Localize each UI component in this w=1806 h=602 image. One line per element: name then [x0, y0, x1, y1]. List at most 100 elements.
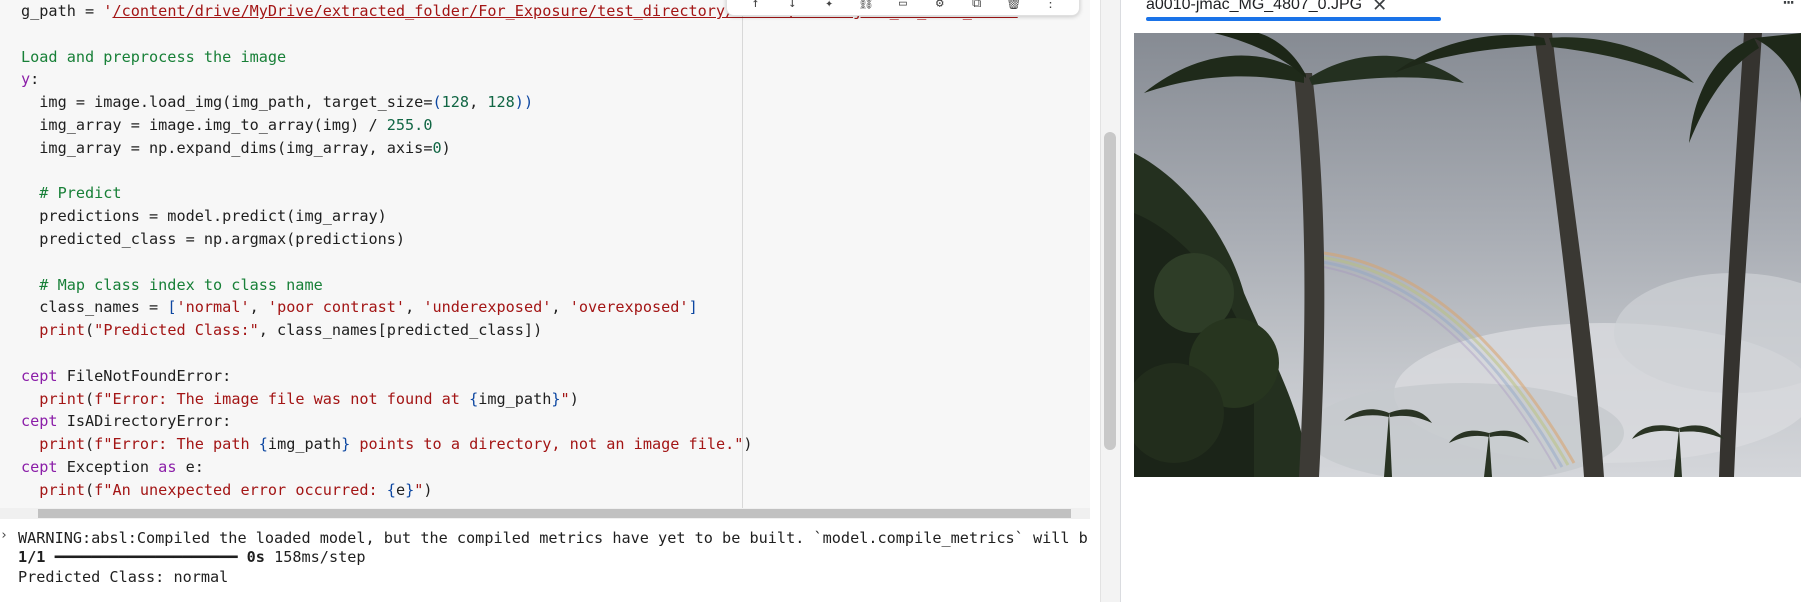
code-token: # Map class index to class name — [21, 275, 323, 294]
code-token: e — [395, 480, 406, 499]
code-token: g_path = — [21, 2, 104, 20]
code-line[interactable]: # Map class index to class name — [21, 274, 1090, 297]
link-icon[interactable]: ⛓ — [857, 0, 875, 9]
close-tab-icon[interactable]: ✕ — [1372, 0, 1387, 16]
code-line[interactable]: img = image.load_img(img_path, target_si… — [21, 91, 1090, 114]
code-line[interactable] — [21, 342, 1090, 365]
code-line[interactable] — [21, 23, 1090, 46]
code-line[interactable]: y: — [21, 68, 1090, 91]
code-line[interactable]: print(f"Error: The path {img_path} point… — [21, 433, 1090, 456]
code-token: print — [39, 435, 86, 454]
code-token: points to a directory, not an image file… — [350, 435, 744, 454]
cell-output: › WARNING:absl:Compiled the loaded model… — [0, 528, 1098, 602]
code-token: ( — [85, 480, 95, 499]
code-token: 128 — [487, 93, 515, 112]
progress-line: 1/1 ━━━━━━━━━━━━━━━━━━━━ 0s 158ms/step — [18, 547, 366, 567]
code-line[interactable]: cept FileNotFoundError: — [21, 365, 1090, 388]
code-line[interactable]: img_array = np.expand_dims(img_array, ax… — [21, 137, 1090, 160]
code-line[interactable]: img_array = image.img_to_array(img) / 25… — [21, 114, 1090, 137]
code-token: , — [249, 298, 268, 317]
code-token: print — [39, 321, 86, 340]
code-token: cept — [21, 366, 58, 385]
warning-text: WARNING:absl:Compiled the loaded model, … — [18, 529, 1088, 547]
code-token: ( — [85, 321, 95, 340]
code-line[interactable] — [21, 251, 1090, 274]
delete-icon[interactable]: 🗑 — [1005, 0, 1023, 9]
code-token: , — [469, 93, 488, 112]
code-token: ) — [423, 480, 433, 499]
progress-count: 1/1 — [18, 548, 46, 566]
code-token: predicted_class = np.argmax(predictions) — [21, 229, 406, 248]
code-token: as — [158, 457, 177, 476]
arrow-up-icon[interactable]: ↑ — [746, 0, 764, 9]
code-token: img_path — [267, 435, 342, 454]
code-token: { — [258, 435, 268, 454]
code-token: 128 — [441, 93, 470, 112]
code-token: FileNotFoundError: — [57, 366, 232, 385]
gear-icon[interactable]: ⚙ — [931, 0, 949, 9]
code-line[interactable]: Load and preprocess the image — [21, 46, 1090, 69]
code-line[interactable]: print(f"Error: The image file was not fo… — [21, 388, 1090, 411]
code-token: y — [21, 70, 31, 89]
horizontal-scrollbar-thumb[interactable] — [38, 509, 1071, 518]
arrow-down-icon[interactable]: ↓ — [783, 0, 801, 9]
code-token: f"Error: The image file was not found at — [94, 389, 470, 408]
more-options-icon[interactable]: ⋯ — [1783, 0, 1794, 13]
code-token: # Predict — [21, 184, 122, 203]
code-line[interactable]: class_names = ['normal', 'poor contrast'… — [21, 296, 1090, 319]
code-token: )) — [514, 93, 534, 112]
image-preview — [1134, 33, 1801, 477]
image-viewer-panel: a0010-jmac_MG_4807_0.JPG ✕ ⋯ — [1121, 0, 1806, 602]
code-line[interactable] — [21, 160, 1090, 183]
cell-toolbar: ↑ ↓ ✦ ⛓ ▭ ⚙ ⧉ 🗑 ⋮ — [726, 0, 1080, 16]
code-token: f"Error: The path — [94, 435, 259, 454]
active-tab-indicator — [1146, 17, 1441, 21]
sparkle-icon[interactable]: ✦ — [820, 0, 838, 9]
code-line[interactable]: predicted_class = np.argmax(predictions) — [21, 228, 1090, 251]
code-line[interactable]: print("Predicted Class:", class_names[pr… — [21, 319, 1090, 342]
code-line[interactable]: cept Exception as e: — [21, 456, 1090, 479]
code-token: } — [341, 435, 351, 454]
code-token: ) — [743, 435, 753, 454]
progress-bar: ━━━━━━━━━━━━━━━━━━━━ — [54, 548, 238, 566]
code-token: print — [39, 389, 86, 408]
vertical-scrollbar-thumb[interactable] — [1104, 132, 1116, 450]
code-token: 'poor contrast' — [267, 298, 406, 317]
code-token: "Predicted Class:" — [94, 321, 259, 340]
palm-trees-rainbow-photo — [1134, 33, 1801, 477]
code-cell[interactable]: g_path = '/content/drive/MyDrive/extract… — [0, 0, 1090, 519]
code-token: " — [560, 389, 570, 408]
code-line[interactable]: # Predict — [21, 182, 1090, 205]
code-token: predictions = model.predict(img_array) — [21, 207, 387, 226]
code-token: e: — [176, 457, 204, 476]
code-line[interactable]: predictions = model.predict(img_array) — [21, 205, 1090, 228]
progress-step: 158ms/step — [274, 548, 366, 566]
code-token: 'overexposed' — [569, 298, 689, 317]
tab-title: a0010-jmac_MG_4807_0.JPG — [1146, 0, 1363, 13]
code-token: , — [405, 298, 424, 317]
code-token: } — [551, 389, 561, 408]
code-token: ) — [569, 389, 579, 408]
code-token: ] — [688, 298, 698, 317]
code-editor[interactable]: g_path = '/content/drive/MyDrive/extract… — [21, 0, 1090, 502]
code-token: print — [39, 480, 86, 499]
code-token: { — [386, 480, 396, 499]
code-line[interactable]: cept IsADirectoryError: — [21, 410, 1090, 433]
open-in-tab-icon[interactable]: ⧉ — [968, 0, 986, 9]
code-token: img_array = np.expand_dims(img_array, ax… — [21, 138, 433, 157]
more-vert-icon[interactable]: ⋮ — [1041, 0, 1059, 9]
code-token: ( — [432, 93, 442, 112]
comment-icon[interactable]: ▭ — [894, 0, 912, 9]
output-collapse-chevron-icon[interactable]: › — [0, 528, 8, 543]
code-token: } — [405, 480, 415, 499]
code-token: 255.0 — [386, 115, 433, 134]
code-token: 'normal' — [176, 298, 250, 317]
code-token: , class_names[predicted_class]) — [258, 321, 543, 340]
code-token: ( — [85, 435, 95, 454]
code-token: : — [30, 70, 40, 89]
code-line[interactable]: print(f"An unexpected error occurred: {e… — [21, 479, 1090, 502]
